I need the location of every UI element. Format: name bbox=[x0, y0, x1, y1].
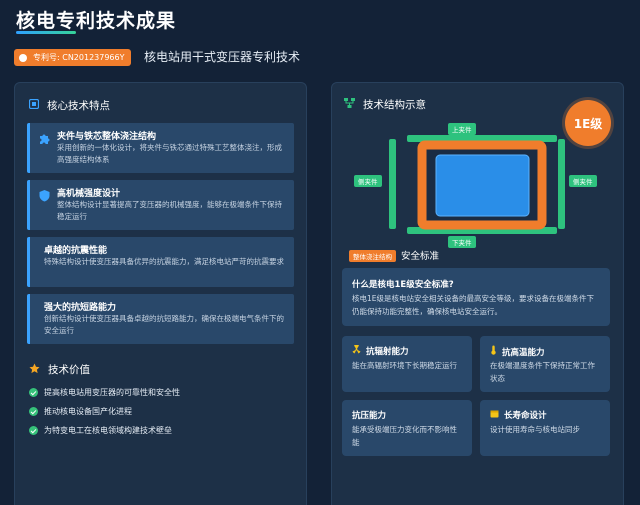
left-clamp bbox=[389, 139, 396, 229]
safety-answer: 核电1E级是核电站安全相关设备的最高安全等级，要求设备在极端条件下仍能保持功能完… bbox=[352, 294, 595, 316]
feature-desc: 整体结构设计显著提高了变压器的机械强度，能够在极端条件下保持稳定运行 bbox=[57, 200, 282, 221]
feature-desc: 采用创新的一体化设计，将夹件与铁芯通过特殊工艺整体浇注，形成高强度结构体系 bbox=[57, 143, 282, 164]
value-heading: 技术价值 bbox=[29, 362, 90, 377]
right-clamp bbox=[558, 139, 565, 229]
feature-desc: 创新结构设计使变压器具备卓越的抗短路能力，确保在极端电气条件下的安全运行 bbox=[44, 314, 284, 335]
title-underline bbox=[16, 31, 76, 34]
feature-desc: 特殊结构设计使变压器具备优异的抗震能力，满足核电站严苛的抗震要求 bbox=[44, 257, 284, 266]
radiation-icon bbox=[352, 344, 361, 357]
value-item: 提高核电站用变压器的可靠性和安全性 bbox=[29, 387, 180, 398]
thermometer-icon bbox=[490, 345, 497, 358]
diagram-title: 技术结构示意 bbox=[363, 99, 426, 111]
capability-desc: 在极端温度条件下保持正常工作状态 bbox=[490, 361, 595, 383]
list-icon bbox=[28, 98, 40, 112]
core-features-panel: 核心技术特点 夹件与铁芯整体浇注结构 采用创新的一体化设计，将夹件与铁芯通过特殊… bbox=[14, 82, 307, 505]
capability-card: 抗压能力 能承受极端压力变化而不影响性能 bbox=[342, 400, 472, 456]
badge-dot-icon bbox=[19, 53, 27, 62]
value-text: 为特变电工在核电领域构建技术壁垒 bbox=[44, 426, 172, 435]
capability-card: 抗辐射能力 能在高辐射环境下长期稳定运行 bbox=[342, 336, 472, 392]
safety-question: 什么是核电1E级安全标准? bbox=[352, 280, 454, 290]
feature-card: 高机械强度设计 整体结构设计显著提高了变压器的机械强度，能够在极端条件下保持稳定… bbox=[27, 180, 294, 230]
puzzle-icon bbox=[38, 130, 51, 149]
cast-structure-label: 整体浇注结构 bbox=[349, 250, 396, 262]
value-text: 推动核电设备国产化进程 bbox=[44, 407, 132, 416]
patent-number: 专利号: CN201237966Y bbox=[33, 53, 125, 62]
page-title: 核电专利技术成果 bbox=[16, 10, 177, 32]
capability-desc: 能在高辐射环境下长期稳定运行 bbox=[352, 361, 457, 370]
feature-title: 夹件与铁芯整体浇注结构 bbox=[57, 132, 157, 142]
feature-card: 强大的抗短路能力 创新结构设计使变压器具备卓越的抗短路能力，确保在极端电气条件下… bbox=[27, 294, 294, 344]
feature-title: 高机械强度设计 bbox=[57, 189, 121, 199]
top-clamp-label: 上夹件 bbox=[448, 123, 476, 135]
capability-desc: 设计使用寿命与核电站同步 bbox=[490, 425, 580, 434]
patent-number-badge: 专利号: CN201237966Y bbox=[14, 49, 131, 66]
check-icon bbox=[29, 426, 38, 435]
capability-title-text: 抗辐射能力 bbox=[366, 347, 409, 357]
capability-title: 抗高温能力 bbox=[490, 345, 545, 358]
bottom-clamp-label: 下夹件 bbox=[448, 236, 476, 248]
star-icon bbox=[29, 363, 40, 377]
capability-title-text: 抗高温能力 bbox=[502, 347, 545, 358]
value-text: 提高核电站用变压器的可靠性和安全性 bbox=[44, 388, 180, 397]
capability-title: 抗压能力 bbox=[352, 409, 386, 421]
capability-title-text: 抗压能力 bbox=[352, 411, 387, 421]
left-clamp-label: 侧夹件 bbox=[354, 175, 382, 187]
features-heading: 核心技术特点 bbox=[28, 98, 110, 113]
structure-panel: 技术结构示意 1E级 上夹件 下夹件 侧夹件 侧夹件 整体浇注结构 安全标准 什… bbox=[331, 82, 624, 505]
check-icon bbox=[29, 388, 38, 397]
capability-title: 抗辐射能力 bbox=[352, 344, 409, 357]
value-item: 为特变电工在核电领域构建技术壁垒 bbox=[29, 425, 172, 436]
value-title: 技术价值 bbox=[48, 364, 90, 376]
shield-icon bbox=[38, 187, 51, 206]
feature-card: 夹件与铁芯整体浇注结构 采用创新的一体化设计，将夹件与铁芯通过特殊工艺整体浇注，… bbox=[27, 123, 294, 173]
iron-core bbox=[435, 154, 530, 217]
feature-card: 卓越的抗震性能 特殊结构设计使变压器具备优异的抗震能力，满足核电站严苛的抗震要求 bbox=[27, 237, 294, 287]
feature-title: 强大的抗短路能力 bbox=[44, 303, 117, 313]
safety-standard-box: 什么是核电1E级安全标准? 核电1E级是核电站安全相关设备的最高安全等级，要求设… bbox=[342, 268, 610, 326]
capability-desc: 能承受极端压力变化而不影响性能 bbox=[352, 425, 457, 447]
capability-card: 抗高温能力 在极端温度条件下保持正常工作状态 bbox=[480, 336, 610, 392]
safety-standard-heading: 安全标准 bbox=[401, 251, 440, 262]
capability-title: 长寿命设计 bbox=[490, 409, 547, 421]
calendar-icon bbox=[490, 409, 499, 421]
page-subtitle: 核电站用干式变压器专利技术 bbox=[144, 50, 301, 64]
feature-title: 卓越的抗震性能 bbox=[44, 246, 108, 256]
capability-title-text: 长寿命设计 bbox=[504, 411, 547, 421]
right-clamp-label: 侧夹件 bbox=[569, 175, 597, 187]
structure-icon bbox=[344, 98, 355, 111]
capability-card: 长寿命设计 设计使用寿命与核电站同步 bbox=[480, 400, 610, 456]
features-title: 核心技术特点 bbox=[47, 100, 110, 112]
diagram-heading: 技术结构示意 bbox=[344, 97, 426, 112]
value-item: 推动核电设备国产化进程 bbox=[29, 406, 132, 417]
check-icon bbox=[29, 407, 38, 416]
